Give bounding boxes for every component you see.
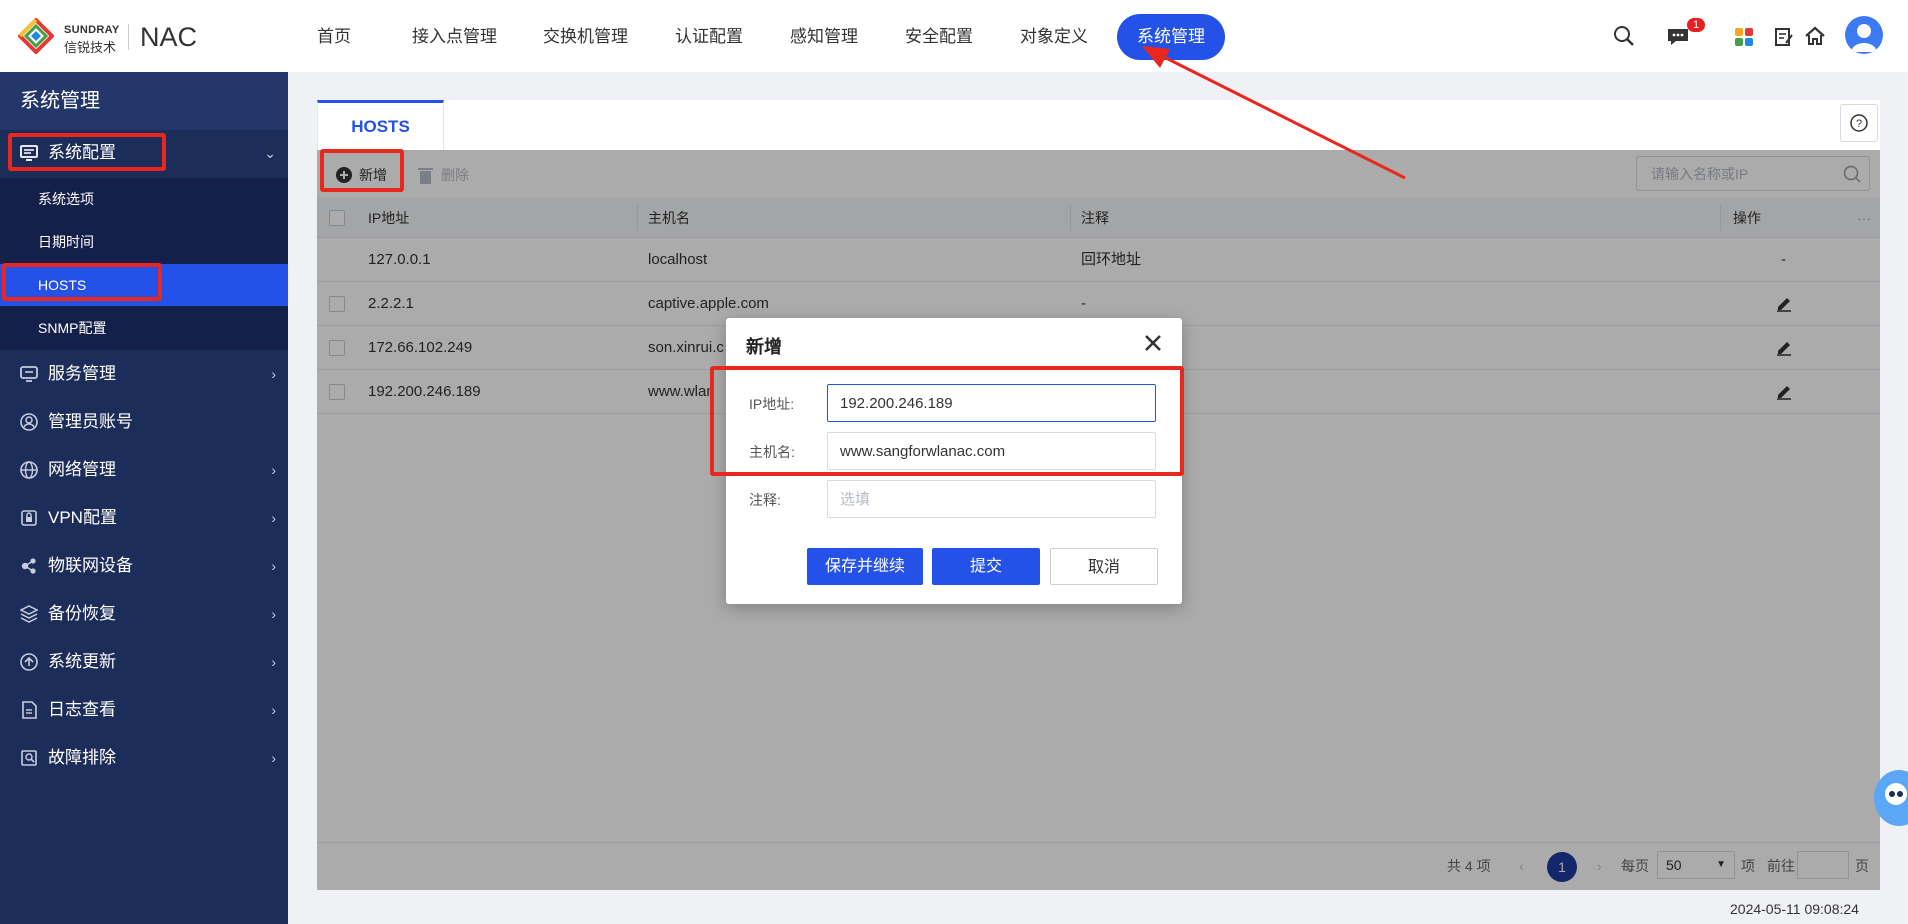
sidebar-item-label: 备份恢复 <box>48 604 116 623</box>
highlight-add-button <box>320 149 404 192</box>
sidebar-item-label: 管理员账号 <box>48 412 133 431</box>
brand-name-en: SUNDRAY <box>64 24 120 36</box>
layers-icon <box>20 605 38 623</box>
chevron-right-icon: › <box>271 462 276 478</box>
message-icon[interactable] <box>1666 27 1690 47</box>
troubleshoot-icon <box>21 750 37 766</box>
lock-icon <box>21 510 37 526</box>
dialog-title: 新增 <box>746 337 782 357</box>
home-icon[interactable] <box>1804 26 1826 46</box>
user-circle-icon <box>20 413 38 431</box>
help-icon: ? <box>1850 114 1868 132</box>
globe-icon <box>20 461 38 479</box>
chevron-right-icon: › <box>271 510 276 526</box>
highlight-form-fields <box>710 366 1184 476</box>
nav-switch[interactable]: 交换机管理 <box>523 14 648 60</box>
server-icon <box>20 366 38 382</box>
sidebar-item-troubleshoot[interactable]: 故障排除 › <box>0 738 288 778</box>
chevron-right-icon: › <box>271 702 276 718</box>
chevron-right-icon: › <box>271 606 276 622</box>
sidebar-item-label: 服务管理 <box>48 364 116 383</box>
chevron-right-icon: › <box>271 750 276 766</box>
nav-access-point[interactable]: 接入点管理 <box>392 14 517 60</box>
sidebar-sub-system-options[interactable]: 系统选项 <box>0 178 288 220</box>
sidebar-title: 系统管理 <box>0 72 288 130</box>
sidebar-item-label: 网络管理 <box>48 460 116 479</box>
nav-auth-config[interactable]: 认证配置 <box>655 14 763 60</box>
cancel-button[interactable]: 取消 <box>1050 548 1158 585</box>
sidebar-item-service[interactable]: 服务管理 › <box>0 354 288 394</box>
note-input[interactable] <box>827 480 1156 518</box>
sidebar-item-network[interactable]: 网络管理 › <box>0 450 288 490</box>
chevron-right-icon: › <box>271 654 276 670</box>
notes-icon[interactable] <box>1774 27 1794 47</box>
close-icon[interactable] <box>1141 331 1165 355</box>
product-name: NAC <box>140 22 198 52</box>
search-icon[interactable] <box>1612 24 1636 48</box>
sidebar-item-label: 故障排除 <box>48 748 116 767</box>
svg-text:?: ? <box>1856 118 1862 130</box>
tab-strip <box>317 100 1880 150</box>
avatar[interactable] <box>1845 16 1883 54</box>
highlight-system-config <box>8 133 166 171</box>
sidebar-item-admin-account[interactable]: 管理员账号 <box>0 402 288 442</box>
sidebar-item-backup[interactable]: 备份恢复 › <box>0 594 288 634</box>
sundray-logo <box>18 18 54 54</box>
help-button[interactable]: ? <box>1840 104 1878 142</box>
brand-divider <box>128 24 129 50</box>
save-continue-button[interactable]: 保存并继续 <box>807 548 923 585</box>
sidebar-item-logs[interactable]: 日志查看 › <box>0 690 288 730</box>
chevron-right-icon: › <box>271 558 276 574</box>
upload-icon <box>20 653 38 671</box>
highlight-hosts <box>2 263 162 301</box>
note-field-label: 注释: <box>749 492 781 508</box>
chevron-right-icon: › <box>271 366 276 382</box>
sidebar-item-iot[interactable]: 物联网设备 › <box>0 546 288 586</box>
sidebar-sub-snmp[interactable]: SNMP配置 <box>0 307 288 349</box>
apps-icon[interactable] <box>1734 27 1754 47</box>
sidebar-item-label: 日志查看 <box>48 700 116 719</box>
sidebar-sub-datetime[interactable]: 日期时间 <box>0 221 288 263</box>
assistant-chat-icon[interactable] <box>1874 770 1908 826</box>
iot-icon <box>21 558 36 574</box>
brand-name-cn: 信锐技术 <box>64 40 117 55</box>
sidebar-item-label: 系统更新 <box>48 652 116 671</box>
sidebar-item-update[interactable]: 系统更新 › <box>0 642 288 682</box>
system-datetime: 2024-05-11 09:08:24 <box>1730 901 1859 917</box>
nav-objects[interactable]: 对象定义 <box>1000 14 1108 60</box>
submit-button[interactable]: 提交 <box>932 548 1040 585</box>
sidebar-item-label: 物联网设备 <box>48 556 133 575</box>
nav-security[interactable]: 安全配置 <box>885 14 993 60</box>
chevron-down-icon: ⌄ <box>264 145 276 161</box>
nav-perception[interactable]: 感知管理 <box>770 14 878 60</box>
annotation-arrow <box>1142 46 1406 180</box>
tab-hosts[interactable]: HOSTS <box>317 100 444 150</box>
log-icon <box>22 701 37 719</box>
notification-badge: 1 <box>1687 18 1705 32</box>
sidebar-item-label: VPN配置 <box>48 508 117 527</box>
nav-home[interactable]: 首页 <box>297 14 371 60</box>
sidebar-item-vpn[interactable]: VPN配置 › <box>0 498 288 538</box>
